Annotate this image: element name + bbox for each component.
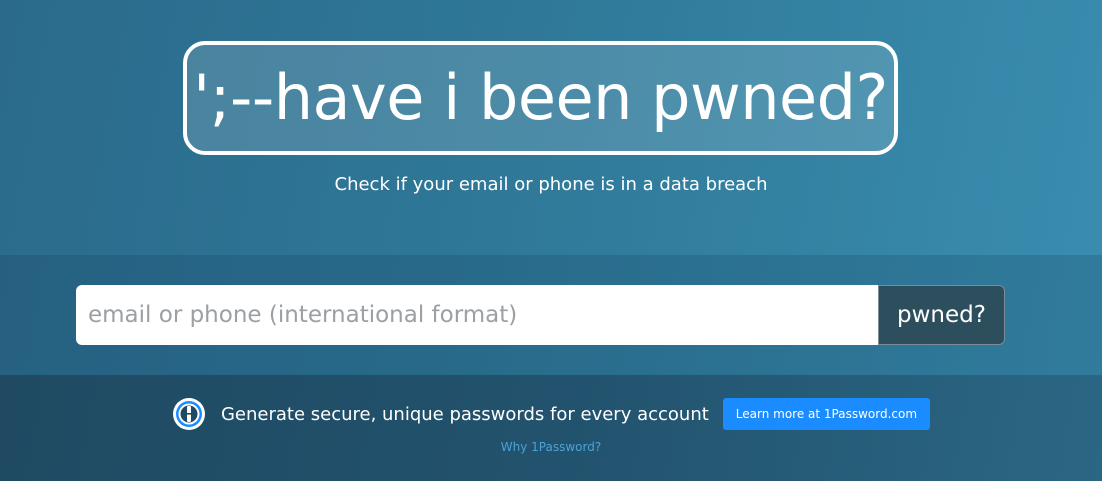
1password-icon <box>172 398 205 430</box>
search-input[interactable] <box>76 285 878 345</box>
pwned-button[interactable]: pwned? <box>878 285 1005 345</box>
hero-section: ';--have i been pwned? Check if your ema… <box>0 0 1102 255</box>
tagline: Check if your email or phone is in a dat… <box>334 174 768 195</box>
logo-text: ';--have i been pwned? <box>193 61 888 134</box>
promo-row: Generate secure, unique passwords for ev… <box>0 397 1102 431</box>
site-logo[interactable]: ';--have i been pwned? <box>183 41 898 155</box>
promo-section: Generate secure, unique passwords for ev… <box>0 375 1102 481</box>
promo-text: Generate secure, unique passwords for ev… <box>220 403 709 425</box>
search-section: pwned? <box>0 255 1102 375</box>
learn-more-button[interactable]: Learn more at 1Password.com <box>722 398 931 430</box>
why-1password-link[interactable]: Why 1Password? <box>0 440 1102 454</box>
search-form: pwned? <box>76 285 1005 345</box>
